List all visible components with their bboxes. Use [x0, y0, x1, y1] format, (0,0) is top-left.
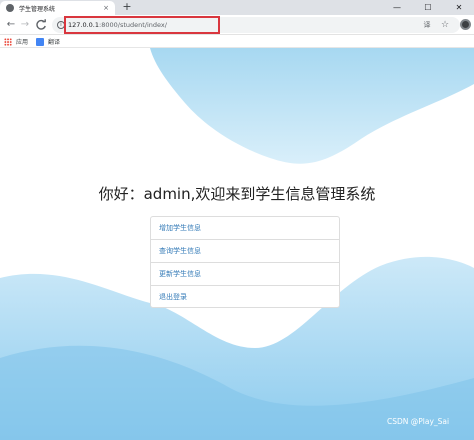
profile-avatar-icon[interactable]	[460, 19, 471, 30]
bookmark-star-icon[interactable]: ☆	[440, 20, 450, 30]
url-text[interactable]: 127.0.0.1:8000/student/index/	[68, 21, 167, 29]
browser-window: 学生管理系统 × + — ☐ ✕ ← → i 127.0.0.1:8000/st…	[0, 0, 474, 440]
bookmark-translate[interactable]: 翻译	[36, 36, 60, 47]
tab-title: 学生管理系统	[19, 5, 56, 13]
bookmark-apps-label: 应用	[16, 39, 29, 46]
bookmark-translate-label: 翻译	[48, 39, 61, 46]
browser-toolbar: ← → i 127.0.0.1:8000/student/index/ 译 ☆	[0, 15, 474, 35]
action-menu: 增加学生信息 查询学生信息 更新学生信息 退出登录	[150, 216, 340, 308]
menu-item-update-student[interactable]: 更新学生信息	[151, 263, 339, 286]
reload-icon[interactable]	[34, 18, 48, 32]
menu-item-logout[interactable]: 退出登录	[151, 286, 339, 309]
forward-arrow-icon[interactable]: →	[18, 18, 32, 32]
watermark: CSDN @Play_Sai	[387, 417, 450, 426]
page-viewport: 你好：admin,欢迎来到学生信息管理系统 增加学生信息 查询学生信息 更新学生…	[0, 48, 474, 440]
apps-grid-icon	[4, 37, 12, 46]
translate-bookmark-icon	[36, 37, 44, 46]
close-tab-icon[interactable]: ×	[101, 3, 111, 13]
translate-icon[interactable]: 译	[422, 20, 432, 30]
welcome-heading: 你好：admin,欢迎来到学生信息管理系统	[98, 185, 376, 203]
minimize-button[interactable]: —	[383, 0, 411, 15]
tab-student-system[interactable]: 学生管理系统 ×	[0, 1, 115, 15]
close-window-button[interactable]: ✕	[445, 0, 473, 15]
new-tab-button[interactable]: +	[121, 1, 133, 14]
menu-item-add-student[interactable]: 增加学生信息	[151, 217, 339, 240]
globe-icon	[6, 4, 14, 12]
maximize-button[interactable]: ☐	[414, 0, 442, 15]
address-bar[interactable]: i 127.0.0.1:8000/student/index/ 译 ☆	[52, 16, 460, 34]
tab-strip: 学生管理系统 × + — ☐ ✕	[0, 0, 474, 15]
bookmarks-bar: 应用 翻译	[0, 35, 474, 48]
bookmark-apps[interactable]: 应用	[4, 36, 28, 47]
url-path: :8000/student/index/	[99, 21, 167, 29]
url-host: 127.0.0.1	[68, 21, 100, 29]
back-arrow-icon[interactable]: ←	[4, 18, 18, 32]
menu-item-query-student[interactable]: 查询学生信息	[151, 240, 339, 263]
